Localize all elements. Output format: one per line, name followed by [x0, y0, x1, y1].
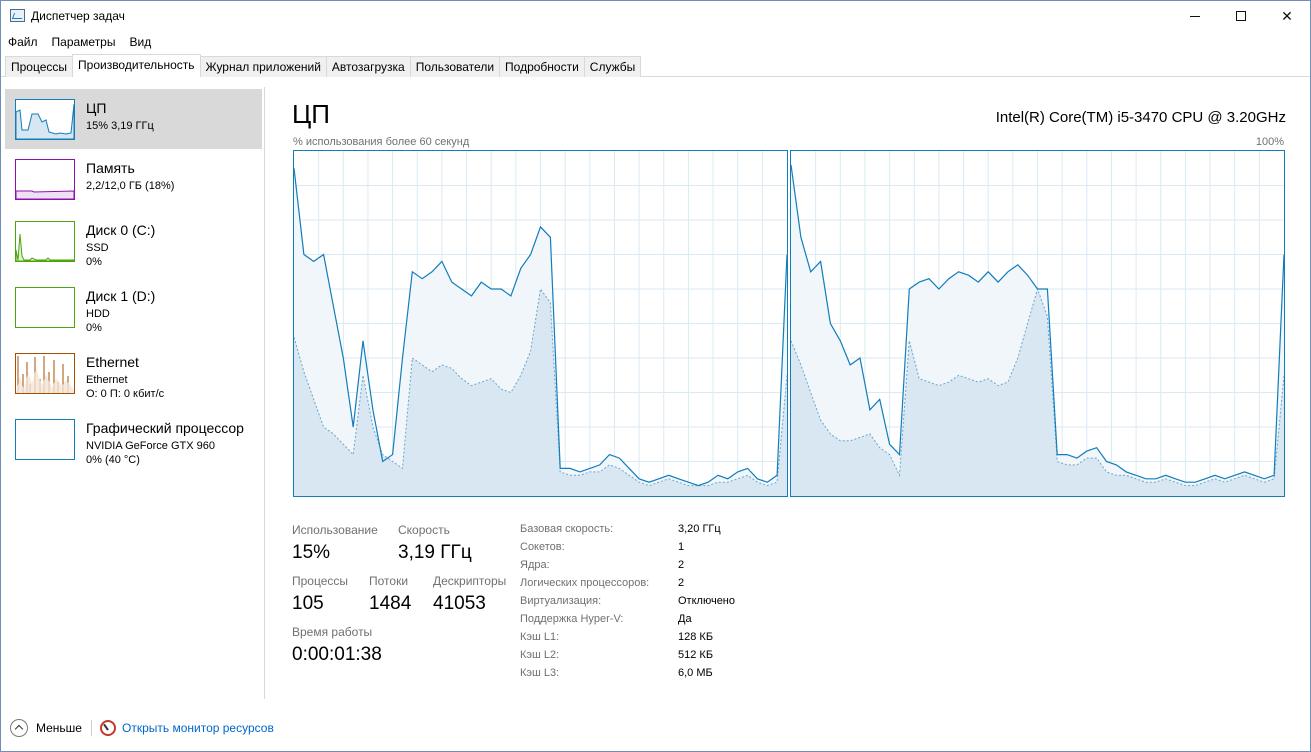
usage-label: Использование — [292, 523, 378, 537]
tab-details[interactable]: Подробности — [499, 56, 585, 77]
sidebar-ethernet-title: Ethernet — [86, 354, 139, 370]
page-title: ЦП — [292, 99, 330, 129]
cpu-core-graph-2 — [790, 150, 1285, 497]
chevron-up-icon[interactable] — [10, 719, 28, 737]
sidebar-item-ethernet[interactable]: Ethernet Ethernet О: 0 П: 0 кбит/с — [5, 343, 262, 403]
spec-label: Базовая скорость: — [520, 523, 614, 535]
sidebar-disk1-type: HDD — [86, 308, 110, 320]
sidebar-gpu-title: Графический процессор — [86, 420, 244, 436]
processes-value: 105 — [292, 593, 324, 614]
spec-label: Поддержка Hyper-V: — [520, 613, 624, 625]
performance-sidebar: ЦП 15% 3,19 ГГц Память 2,2/12,0 ГБ (18%)… — [1, 87, 265, 699]
spec-value: 2 — [678, 559, 685, 571]
footer-divider — [91, 720, 92, 736]
speed-label: Скорость — [398, 523, 450, 537]
disk0-thumbnail-graph — [15, 221, 75, 262]
threads-value: 1484 — [369, 593, 412, 614]
close-icon: ✕ — [1281, 7, 1293, 24]
tab-bar: Процессы Производительность Журнал прило… — [5, 54, 642, 77]
speed-value: 3,19 ГГц — [398, 542, 472, 563]
sidebar-ethernet-throughput: О: 0 П: 0 кбит/с — [86, 388, 165, 400]
cpu-graph-svg — [294, 151, 787, 496]
ethernet-thumbnail-graph — [15, 353, 75, 394]
graph-max-label: 100% — [1255, 136, 1284, 148]
close-button[interactable]: ✕ — [1264, 1, 1310, 31]
menu-options[interactable]: Параметры — [45, 32, 123, 52]
spec-label: Сокетов: — [520, 541, 565, 553]
spec-label: Виртуализация: — [520, 595, 602, 607]
spec-value: 128 КБ — [678, 631, 714, 643]
cpu-thumbnail-graph — [15, 99, 75, 140]
spec-value: 3,20 ГГц — [678, 523, 721, 535]
gpu-thumbnail-graph — [15, 419, 75, 460]
sidebar-disk0-title: Диск 0 (C:) — [86, 222, 156, 238]
cpu-model-name: Intel(R) Core(TM) i5-3470 CPU @ 3.20GHz — [995, 109, 1286, 126]
sidebar-memory-usage: 2,2/12,0 ГБ (18%) — [86, 180, 175, 192]
sidebar-disk1-usage: 0% — [86, 322, 102, 334]
spec-value: 512 КБ — [678, 649, 714, 661]
tab-startup[interactable]: Автозагрузка — [325, 56, 411, 77]
fewer-details-button[interactable]: Меньше — [36, 721, 82, 735]
sidebar-ethernet-name: Ethernet — [86, 374, 128, 386]
memory-thumbnail-graph — [15, 159, 75, 200]
graph-caption: % использования более 60 секунд — [293, 136, 470, 148]
handles-value: 41053 — [433, 593, 486, 614]
sidebar-gpu-usage: 0% (40 °C) — [86, 454, 140, 466]
usage-value: 15% — [292, 542, 331, 563]
sidebar-cpu-title: ЦП — [86, 100, 107, 116]
sidebar-item-gpu[interactable]: Графический процессор NVIDIA GeForce GTX… — [5, 409, 262, 469]
sidebar-disk0-type: SSD — [86, 242, 109, 254]
sidebar-cpu-usage: 15% 3,19 ГГц — [86, 120, 154, 132]
tab-users[interactable]: Пользователи — [409, 56, 501, 77]
spec-value: 6,0 МБ — [678, 667, 713, 679]
spec-label: Кэш L1: — [520, 631, 560, 643]
handles-label: Дескрипторы — [433, 574, 507, 588]
sidebar-item-memory[interactable]: Память 2,2/12,0 ГБ (18%) — [5, 149, 262, 209]
tab-app-history[interactable]: Журнал приложений — [199, 56, 327, 77]
sidebar-gpu-model: NVIDIA GeForce GTX 960 — [86, 440, 215, 452]
threads-label: Потоки — [369, 574, 409, 588]
footer-bar: Меньше Открыть монитор ресурсов — [1, 715, 1310, 741]
menu-view[interactable]: Вид — [122, 32, 158, 52]
cpu-core-graph-1 — [293, 150, 788, 497]
spec-label: Кэш L2: — [520, 649, 560, 661]
task-manager-window: Диспетчер задач ✕ Файл Параметры Вид Про… — [0, 0, 1311, 752]
sidebar-memory-title: Память — [86, 160, 135, 176]
open-resource-monitor-link[interactable]: Открыть монитор ресурсов — [122, 721, 274, 735]
minimize-icon — [1190, 15, 1200, 17]
spec-value: Да — [678, 613, 692, 625]
spec-label: Логических процессоров: — [520, 577, 650, 589]
uptime-label: Время работы — [292, 625, 373, 639]
minimize-button[interactable] — [1172, 1, 1218, 31]
uptime-value: 0:00:01:38 — [292, 644, 382, 665]
maximize-button[interactable] — [1218, 1, 1264, 31]
resource-monitor-icon — [100, 720, 116, 736]
sidebar-disk1-title: Диск 1 (D:) — [86, 288, 156, 304]
processes-label: Процессы — [292, 574, 349, 588]
maximize-icon — [1236, 11, 1246, 21]
spec-value: 2 — [678, 577, 685, 589]
sidebar-item-disk1[interactable]: Диск 1 (D:) HDD 0% — [5, 277, 262, 337]
spec-label: Кэш L3: — [520, 667, 560, 679]
menu-bar: Файл Параметры Вид — [1, 32, 158, 52]
sidebar-item-disk0[interactable]: Диск 0 (C:) SSD 0% — [5, 211, 262, 271]
task-manager-icon — [10, 9, 25, 22]
spec-value: 1 — [678, 541, 685, 553]
tab-services[interactable]: Службы — [583, 56, 642, 77]
window-title: Диспетчер задач — [31, 9, 125, 23]
spec-value: Отключено — [678, 595, 735, 607]
title-bar: Диспетчер задач ✕ — [1, 1, 1310, 31]
cpu-graph-svg — [791, 151, 1284, 496]
menu-file[interactable]: Файл — [1, 32, 45, 52]
tab-performance[interactable]: Производительность — [72, 54, 201, 77]
tab-processes[interactable]: Процессы — [5, 56, 74, 77]
sidebar-item-cpu[interactable]: ЦП 15% 3,19 ГГц — [5, 89, 262, 149]
disk1-thumbnail-graph — [15, 287, 75, 328]
spec-label: Ядра: — [520, 559, 550, 571]
sidebar-disk0-usage: 0% — [86, 256, 102, 268]
